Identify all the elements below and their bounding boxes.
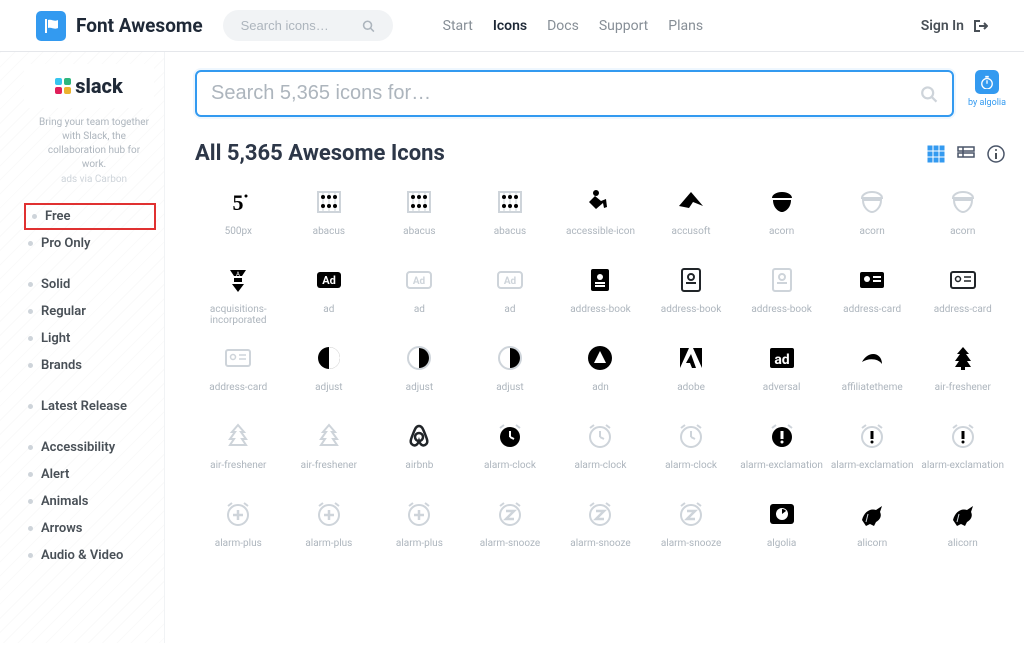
icon-air-freshener[interactable]: air-freshener <box>195 412 282 486</box>
content: by algolia All 5,365 Awesome Icons 500px… <box>165 52 1024 643</box>
search-icon <box>362 19 375 33</box>
icon-air-freshener[interactable]: air-freshener <box>286 412 373 486</box>
sidebar-filter-solid[interactable]: Solid <box>24 271 164 298</box>
ad-caption: Bring your team together with Slack, the… <box>38 116 150 172</box>
icon-alarm-plus[interactable]: alarm-plus <box>195 490 282 564</box>
icon-500px[interactable]: 500px <box>195 178 282 252</box>
icon-address-card[interactable]: address-card <box>829 256 916 330</box>
icon-air-freshener[interactable]: air-freshener <box>919 334 1006 408</box>
sidebar-filter-latest[interactable]: Latest Release <box>24 393 164 420</box>
icon-address-card[interactable]: address-card <box>919 256 1006 330</box>
icon-adn[interactable]: adn <box>557 334 644 408</box>
icon-alarm-clock[interactable]: alarm-clock <box>648 412 735 486</box>
nav-links: Start Icons Docs Support Plans <box>443 18 703 34</box>
icon-acorn[interactable]: acorn <box>919 178 1006 252</box>
sidebar-filter-animals[interactable]: Animals <box>24 488 164 515</box>
icon-adobe[interactable]: adobe <box>648 334 735 408</box>
icon-acorn[interactable]: acorn <box>829 178 916 252</box>
brand-logo[interactable]: Font Awesome <box>36 11 203 41</box>
icon-alarm-snooze[interactable]: alarm-snooze <box>557 490 644 564</box>
icon-airbnb[interactable]: airbnb <box>376 412 463 486</box>
icon-grid: 500px abacus abacus abacus accessible-ic… <box>195 178 1006 564</box>
slack-icon <box>55 78 71 94</box>
icon-adjust[interactable]: adjust <box>376 334 463 408</box>
icon-alarm-exclamation[interactable]: alarm-exclamation <box>829 412 916 486</box>
icon-affiliatetheme[interactable]: affiliatetheme <box>829 334 916 408</box>
sidebar-filter-free[interactable]: Free <box>24 203 156 230</box>
icon-alarm-snooze[interactable]: alarm-snooze <box>467 490 554 564</box>
icon-adversal[interactable]: adversal <box>738 334 825 408</box>
sidebar-filter-audio-video[interactable]: Audio & Video <box>24 542 164 569</box>
icon-accusoft[interactable]: accusoft <box>648 178 735 252</box>
icon-abacus[interactable]: abacus <box>286 178 373 252</box>
main-search-input[interactable] <box>211 82 920 105</box>
ad-card[interactable]: slack <box>24 64 154 108</box>
sidebar-filter-alert[interactable]: Alert <box>24 461 164 488</box>
icon-alarm-exclamation[interactable]: alarm-exclamation <box>738 412 825 486</box>
header: Font Awesome Start Icons Docs Support Pl… <box>0 0 1024 52</box>
icon-ad[interactable]: ad <box>376 256 463 330</box>
sidebar-filter-accessibility[interactable]: Accessibility <box>24 434 164 461</box>
icon-address-card[interactable]: address-card <box>195 334 282 408</box>
header-search[interactable] <box>223 10 393 41</box>
icon-abacus[interactable]: abacus <box>376 178 463 252</box>
icon-alarm-plus[interactable]: alarm-plus <box>376 490 463 564</box>
sidebar: slack Bring your team together with Slac… <box>0 52 165 643</box>
search-icon <box>920 85 938 103</box>
icon-algolia[interactable]: algolia <box>738 490 825 564</box>
sidebar-filter-arrows[interactable]: Arrows <box>24 515 164 542</box>
page-title: All 5,365 Awesome Icons <box>195 141 445 166</box>
flag-icon <box>36 11 66 41</box>
sign-in[interactable]: Sign In <box>921 18 988 34</box>
icon-acquisitions-incorporated[interactable]: acquisitions-incorporated <box>195 256 282 330</box>
icon-alarm-plus[interactable]: alarm-plus <box>286 490 373 564</box>
icon-ad[interactable]: ad <box>286 256 373 330</box>
icon-adjust[interactable]: adjust <box>467 334 554 408</box>
info-button[interactable] <box>986 144 1006 164</box>
nav-start[interactable]: Start <box>443 18 473 34</box>
sidebar-filter-pro[interactable]: Pro Only <box>24 230 164 257</box>
stopwatch-icon <box>975 70 999 94</box>
icon-abacus[interactable]: abacus <box>467 178 554 252</box>
ad-via[interactable]: ads via Carbon <box>24 174 164 185</box>
icon-alicorn[interactable]: alicorn <box>919 490 1006 564</box>
brand-name: Font Awesome <box>76 14 203 37</box>
sidebar-filter-brands[interactable]: Brands <box>24 352 164 379</box>
header-search-input[interactable] <box>241 18 362 33</box>
icon-alarm-clock[interactable]: alarm-clock <box>467 412 554 486</box>
sidebar-filter-regular[interactable]: Regular <box>24 298 164 325</box>
nav-docs[interactable]: Docs <box>547 18 579 34</box>
icon-address-book[interactable]: address-book <box>738 256 825 330</box>
icon-ad[interactable]: ad <box>467 256 554 330</box>
icon-acorn[interactable]: acorn <box>738 178 825 252</box>
nav-support[interactable]: Support <box>599 18 648 34</box>
icon-accessible-icon[interactable]: accessible-icon <box>557 178 644 252</box>
algolia-badge[interactable]: by algolia <box>968 70 1006 108</box>
icon-alarm-snooze[interactable]: alarm-snooze <box>648 490 735 564</box>
signin-icon <box>972 18 988 34</box>
icon-address-book[interactable]: address-book <box>648 256 735 330</box>
icon-alicorn[interactable]: alicorn <box>829 490 916 564</box>
icon-alarm-exclamation[interactable]: alarm-exclamation <box>919 412 1006 486</box>
nav-icons[interactable]: Icons <box>493 18 527 34</box>
nav-plans[interactable]: Plans <box>668 18 703 34</box>
main-search[interactable] <box>195 70 954 117</box>
icon-adjust[interactable]: adjust <box>286 334 373 408</box>
sidebar-filter-light[interactable]: Light <box>24 325 164 352</box>
view-list-button[interactable] <box>956 144 976 164</box>
icon-alarm-clock[interactable]: alarm-clock <box>557 412 644 486</box>
view-grid-button[interactable] <box>926 144 946 164</box>
icon-address-book[interactable]: address-book <box>557 256 644 330</box>
